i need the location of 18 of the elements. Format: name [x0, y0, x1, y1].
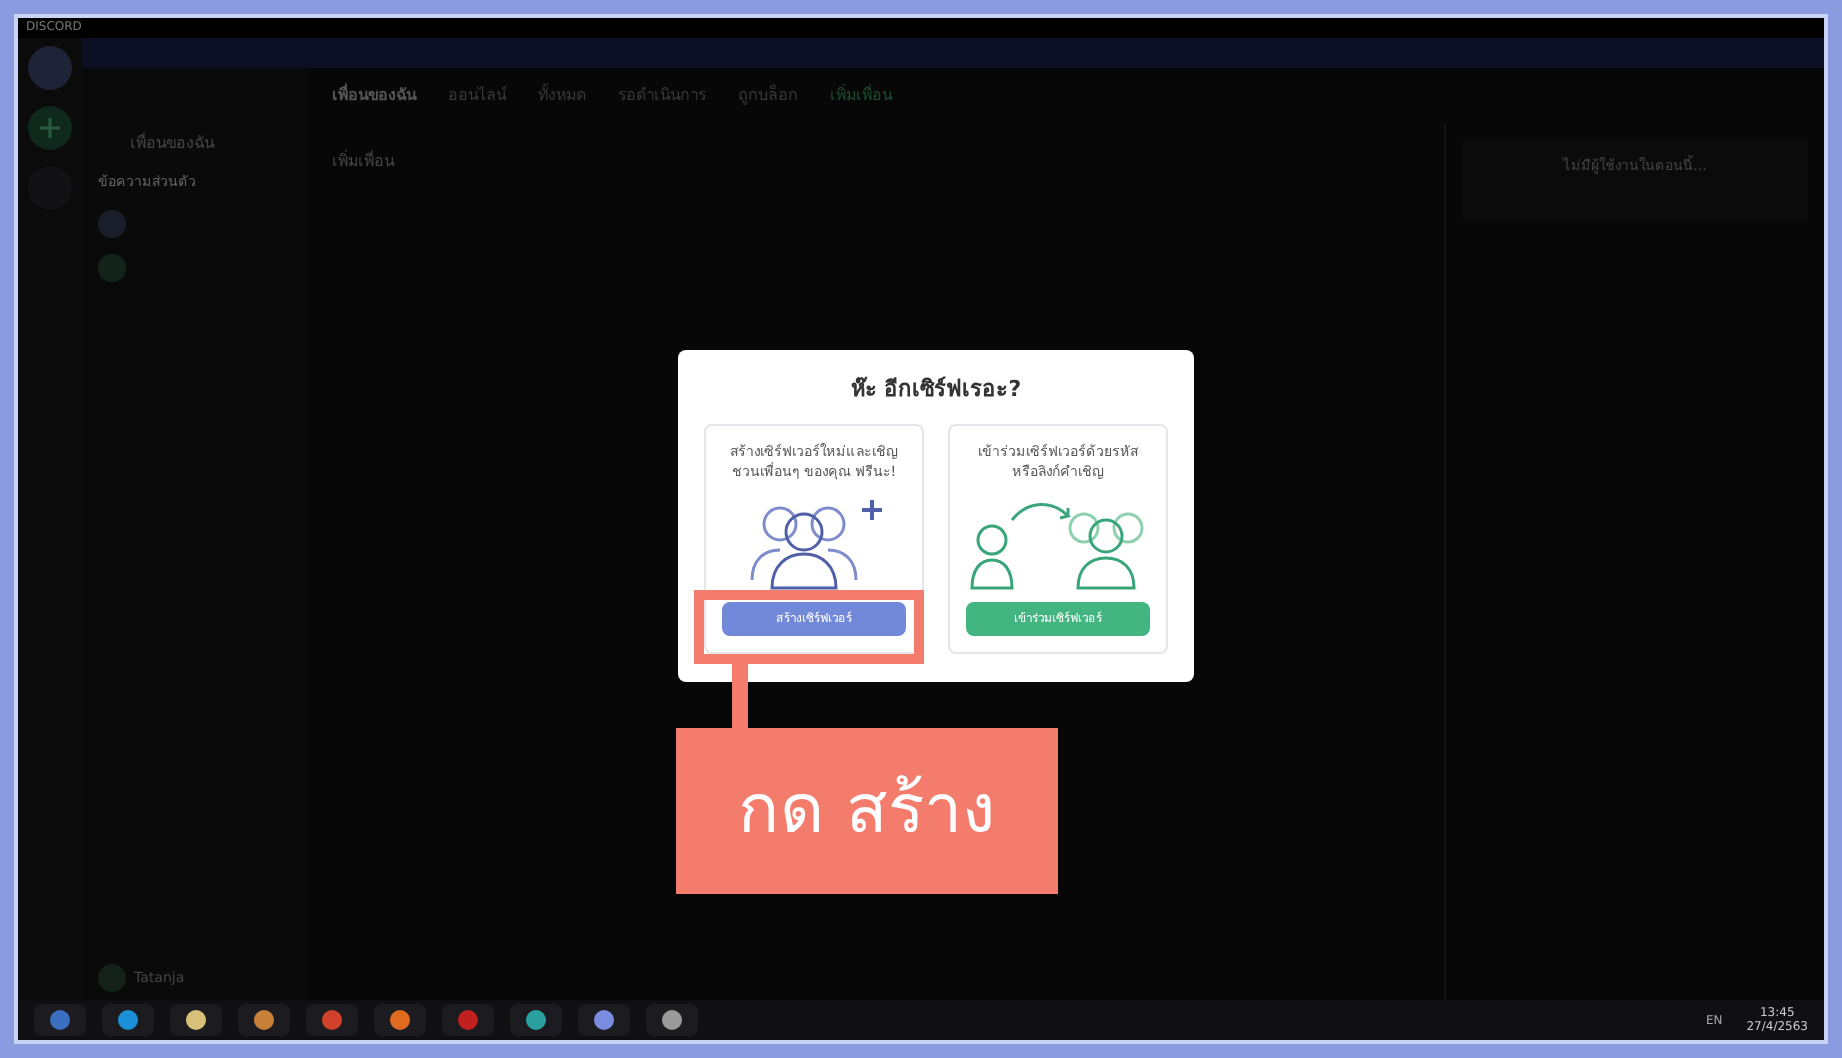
friends-tab[interactable]: เพื่อนของฉัน [332, 84, 416, 108]
taskbar-app-icon[interactable] [238, 1004, 290, 1036]
user-avatar [98, 964, 126, 992]
avatar-icon [98, 209, 126, 237]
friends-item[interactable]: เพื่อนของฉัน [98, 132, 292, 156]
avatar-icon [98, 253, 126, 281]
taskbar-app-icon[interactable] [646, 1004, 698, 1036]
taskbar-app-icon[interactable] [510, 1004, 562, 1036]
section-heading: เพิ่มเพื่อน [332, 152, 394, 170]
taskbar-app-icon[interactable] [374, 1004, 426, 1036]
callout-text: กด สร้าง [738, 768, 996, 854]
plus-icon [40, 118, 60, 138]
taskbar-app-icon[interactable] [170, 1004, 222, 1036]
modal-title: ห๊ะ อีกเซิร์ฟเรอะ? [850, 374, 1022, 406]
taskbar-app-icon[interactable] [102, 1004, 154, 1036]
friends-tab[interactable]: เพิ่มเพื่อน [830, 84, 892, 108]
taskbar-app-icon[interactable] [578, 1004, 630, 1036]
add-server-icon[interactable] [28, 106, 72, 150]
